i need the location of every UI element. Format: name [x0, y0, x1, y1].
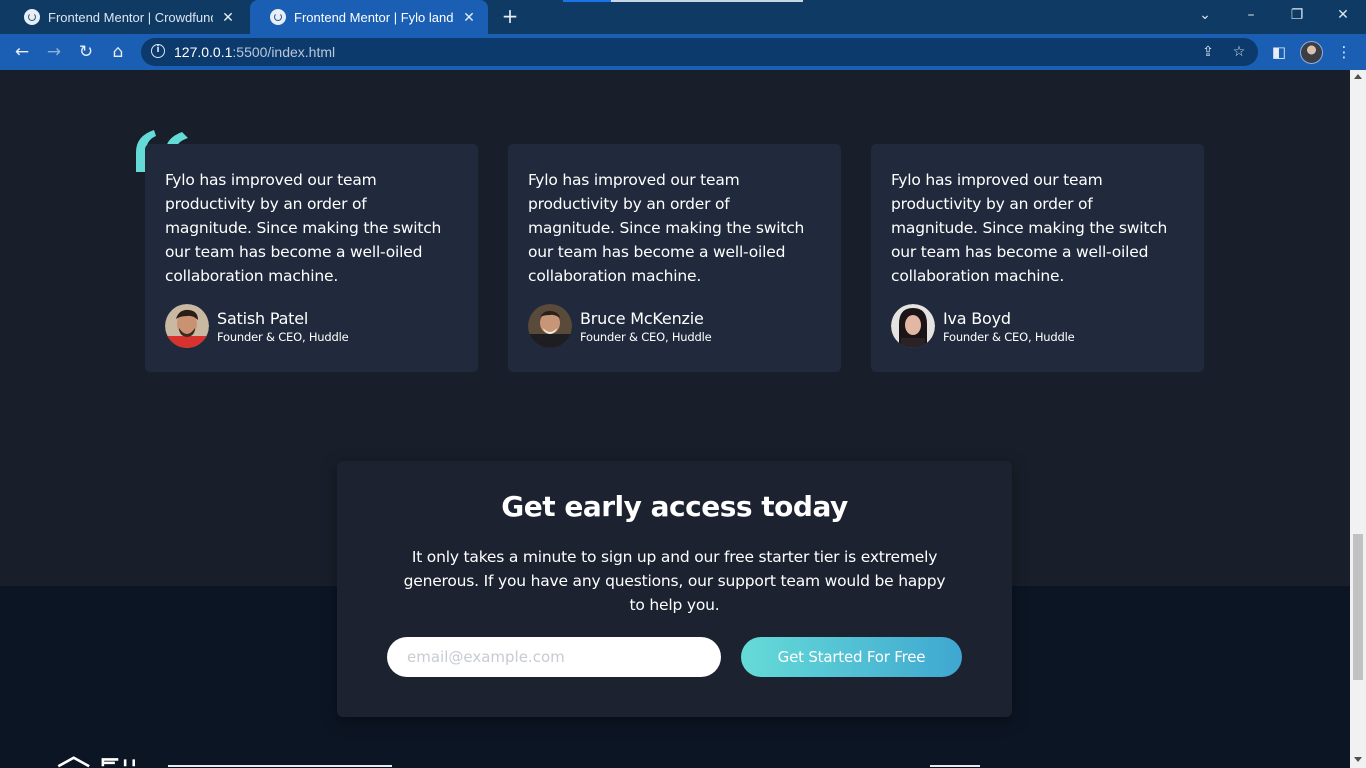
testimonial-author: Satish Patel Founder & CEO, Huddle	[165, 304, 349, 348]
testimonial-quote: Fylo has improved our team productivity …	[165, 171, 442, 285]
author-name: Bruce McKenzie	[580, 308, 704, 328]
address-bar[interactable]: i 127.0.0.1:5500/index.html ⇪ ☆	[141, 38, 1258, 66]
author-role: Founder & CEO, Huddle	[580, 329, 712, 344]
scroll-up-arrow-icon[interactable]	[1354, 74, 1362, 79]
author-name: Iva Boyd	[943, 308, 1011, 328]
address-bar-url[interactable]: 127.0.0.1:5500/index.html	[174, 44, 335, 60]
minimize-window-button[interactable]: –	[1228, 0, 1274, 30]
author-role: Founder & CEO, Huddle	[943, 329, 1075, 344]
frontend-mentor-favicon-icon	[270, 9, 286, 25]
early-access-card: Get early access today It only takes a m…	[337, 461, 1012, 717]
scrollbar-thumb[interactable]	[1353, 534, 1363, 680]
restore-window-button[interactable]: ❐	[1274, 0, 1320, 30]
testimonial-card: Fylo has improved our team productivity …	[871, 144, 1204, 372]
author-details: Satish Patel Founder & CEO, Huddle	[217, 308, 349, 344]
footer-divider	[930, 765, 980, 767]
frontend-mentor-favicon-icon	[24, 9, 40, 25]
site-info-icon[interactable]: i	[151, 44, 165, 58]
profile-avatar[interactable]	[1300, 41, 1323, 64]
footer-divider	[168, 765, 392, 767]
cta-description: It only takes a minute to sign up and ou…	[403, 548, 946, 614]
page-scrollbar[interactable]	[1350, 70, 1366, 768]
side-panel-icon[interactable]: ◧	[1267, 40, 1291, 64]
back-arrow-icon[interactable]: ←	[10, 40, 34, 64]
cta-title: Get early access today	[501, 490, 848, 523]
avatar	[528, 304, 572, 348]
browser-tab-strip: Frontend Mentor | Crowdfunding ✕ Fronten…	[0, 0, 1366, 34]
testimonial-author: Iva Boyd Founder & CEO, Huddle	[891, 304, 1075, 348]
reload-icon[interactable]: ↻	[74, 40, 98, 64]
home-icon[interactable]: ⌂	[106, 40, 130, 64]
bookmark-star-icon[interactable]: ☆	[1229, 42, 1249, 62]
author-details: Bruce McKenzie Founder & CEO, Huddle	[580, 308, 712, 344]
tab-strip-indicator	[563, 0, 803, 2]
scroll-down-arrow-icon[interactable]	[1354, 757, 1362, 762]
avatar	[891, 304, 935, 348]
tab-title: Frontend Mentor | Fylo landing p	[294, 9, 454, 25]
testimonial-quote: Fylo has improved our team productivity …	[528, 171, 805, 285]
email-input[interactable]	[387, 637, 721, 677]
testimonial-card: Fylo has improved our team productivity …	[508, 144, 841, 372]
share-icon[interactable]: ⇪	[1198, 42, 1218, 62]
url-host: 127.0.0.1	[174, 44, 233, 60]
avatar	[165, 304, 209, 348]
page-viewport: Fylo has improved our team productivity …	[0, 70, 1350, 768]
testimonial-quote: Fylo has improved our team productivity …	[891, 171, 1168, 285]
close-tab-icon[interactable]: ✕	[219, 9, 237, 26]
author-role: Founder & CEO, Huddle	[217, 329, 349, 344]
testimonial-card: Fylo has improved our team productivity …	[145, 144, 478, 372]
author-details: Iva Boyd Founder & CEO, Huddle	[943, 308, 1075, 344]
browser-tab-crowdfunding[interactable]: Frontend Mentor | Crowdfunding ✕	[4, 0, 247, 34]
tab-title: Frontend Mentor | Crowdfunding	[48, 9, 213, 25]
get-started-button[interactable]: Get Started For Free	[741, 637, 962, 677]
url-path: :5500/index.html	[232, 44, 336, 60]
testimonial-author: Bruce McKenzie Founder & CEO, Huddle	[528, 304, 712, 348]
author-name: Satish Patel	[217, 308, 309, 328]
close-window-button[interactable]: ✕	[1320, 0, 1366, 30]
new-tab-button[interactable]: +	[499, 5, 521, 27]
browser-tab-fylo[interactable]: Frontend Mentor | Fylo landing p ✕	[250, 0, 488, 34]
close-tab-icon[interactable]: ✕	[460, 9, 478, 26]
fylo-logo	[57, 756, 135, 768]
tab-strip-indicator-segment	[563, 0, 611, 2]
browser-menu-icon[interactable]: ⋮	[1332, 40, 1356, 64]
tab-search-chevron-icon[interactable]: ⌄	[1182, 0, 1228, 30]
forward-arrow-icon[interactable]: →	[42, 40, 66, 64]
